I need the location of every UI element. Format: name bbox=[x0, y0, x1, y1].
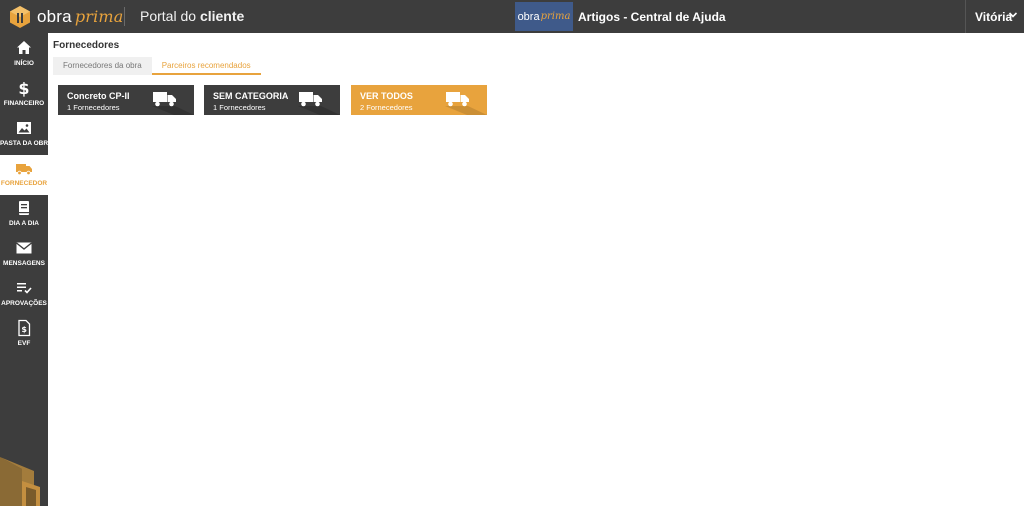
svg-text:$: $ bbox=[21, 325, 27, 334]
tab-parceiros-recomendados[interactable]: Parceiros recomendados bbox=[151, 57, 261, 75]
page-title: Fornecedores bbox=[53, 40, 120, 51]
document-dollar-icon: $ bbox=[18, 319, 31, 337]
help-center-link[interactable]: Artigos - Central de Ajuda bbox=[578, 10, 726, 24]
top-bar: obra prima Portal do cliente obra prima Ar… bbox=[0, 0, 1024, 33]
sidebar-item-label: EVF bbox=[17, 340, 31, 347]
sidebar-item-label: FINANCEIRO bbox=[3, 100, 45, 107]
sidebar-item-pasta-da-obra[interactable]: PASTA DA OBRA bbox=[0, 115, 53, 155]
card-subtitle: 1 Fornecedores bbox=[67, 103, 120, 112]
user-divider bbox=[965, 0, 966, 33]
sidebar-item-mensagens[interactable]: MENSAGENS bbox=[0, 235, 48, 275]
card-subtitle: 1 Fornecedores bbox=[213, 103, 266, 112]
sidebar-item-label: FORNECEDOR bbox=[0, 180, 48, 187]
tab-fornecedores-da-obra[interactable]: Fornecedores da obra bbox=[53, 57, 152, 75]
category-card-ver-todos[interactable]: VER TODOS 2 Fornecedores bbox=[351, 85, 487, 115]
logo-word-1: obra bbox=[37, 6, 72, 26]
portal-title-prefix: Portal do bbox=[140, 8, 200, 24]
sidebar-item-financeiro[interactable]: $ FINANCEIRO bbox=[0, 75, 48, 115]
truck-icon bbox=[446, 92, 469, 107]
help-center-logo[interactable]: obra prima bbox=[515, 2, 573, 31]
truck-icon bbox=[16, 164, 32, 176]
chevron-down-icon[interactable] bbox=[1008, 10, 1018, 20]
main-content: Fornecedores Fornecedores da obra Parcei… bbox=[48, 33, 1024, 506]
tab-bar: Fornecedores da obra Parceiros recomenda… bbox=[53, 57, 261, 75]
portal-title: Portal do cliente bbox=[140, 8, 244, 24]
logo-wordmark: obra prima bbox=[37, 7, 124, 27]
card-subtitle: 2 Fornecedores bbox=[360, 103, 413, 112]
sidebar-item-fornecedor[interactable]: FORNECEDOR bbox=[0, 155, 48, 195]
card-title: SEM CATEGORIA bbox=[213, 91, 289, 101]
portal-title-bold: cliente bbox=[199, 8, 245, 24]
sidebar-item-label: APROVAÇÕES bbox=[1, 300, 47, 307]
sidebar-item-label: DIA A DIA bbox=[9, 220, 39, 227]
sidebar: INÍCIO $ FINANCEIRO PASTA DA OBRA FORNEC… bbox=[0, 33, 53, 506]
mail-icon bbox=[16, 242, 32, 254]
card-title: Concreto CP-II bbox=[67, 91, 130, 101]
sidebar-decoration-icon bbox=[0, 457, 40, 506]
category-card-concreto[interactable]: Concreto CP-II 1 Fornecedores bbox=[58, 85, 194, 115]
sidebar-item-dia-a-dia[interactable]: DIA A DIA bbox=[0, 195, 48, 235]
checklist-icon bbox=[17, 283, 32, 294]
help-logo-word-1: obra bbox=[517, 10, 540, 23]
dollar-icon: $ bbox=[18, 79, 29, 97]
hexagon-logo-icon bbox=[10, 5, 30, 28]
truck-icon bbox=[299, 92, 322, 107]
app-logo[interactable]: obra prima bbox=[8, 4, 124, 29]
category-card-sem-categoria[interactable]: SEM CATEGORIA 1 Fornecedores bbox=[204, 85, 340, 115]
sidebar-item-label: INÍCIO bbox=[14, 60, 34, 67]
home-icon bbox=[17, 41, 31, 54]
sidebar-item-inicio[interactable]: INÍCIO bbox=[0, 35, 48, 75]
truck-icon bbox=[153, 92, 176, 107]
sidebar-item-label: PASTA DA OBRA bbox=[0, 140, 53, 147]
svg-text:$: $ bbox=[18, 79, 29, 97]
help-logo-word-2: prima bbox=[540, 11, 571, 22]
card-title: VER TODOS bbox=[360, 91, 413, 101]
logo-word-2: prima bbox=[74, 6, 124, 26]
image-icon bbox=[17, 122, 31, 134]
sidebar-item-evf[interactable]: $ EVF bbox=[0, 315, 48, 355]
header-divider bbox=[124, 7, 125, 26]
book-icon bbox=[19, 201, 29, 215]
sidebar-item-label: MENSAGENS bbox=[3, 260, 45, 267]
sidebar-item-aprovacoes[interactable]: APROVAÇÕES bbox=[0, 275, 48, 315]
user-menu-name[interactable]: Vitória bbox=[975, 10, 1012, 24]
